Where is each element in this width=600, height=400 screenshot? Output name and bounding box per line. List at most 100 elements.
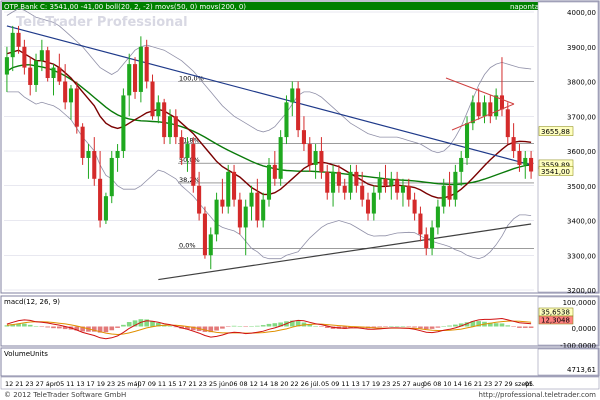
candle-body (360, 185, 365, 200)
x-tick-label: 07 (138, 380, 146, 388)
footer-copyright: © 2012 TeleTrader Software GmbH (4, 391, 126, 399)
candle-body (266, 164, 272, 200)
x-axis-labels: 12 21 23 27 ápr.05 11 13 17 19 23 25 máj.07 09 11 15 17… (5, 380, 534, 388)
candle-body (16, 32, 21, 47)
macd-histogram-bar (121, 324, 126, 327)
macd-histogram-bar (418, 326, 423, 329)
candle-body (482, 102, 487, 117)
candle-body (202, 213, 207, 256)
x-tick-label: 17 (178, 380, 186, 388)
x-tick-label: 26 (301, 380, 309, 388)
macd-histogram-bar (453, 324, 458, 327)
macd-y-tick: 0,0000 (572, 325, 597, 333)
y-tick-label: 3700,00 (567, 113, 596, 121)
x-tick-label: 05 (525, 380, 533, 388)
candle-body (412, 199, 417, 214)
y-tick-label: 3800,00 (567, 79, 596, 87)
x-tick-label: 13 (352, 380, 360, 388)
footer-url[interactable]: http://professional.teletrader.com (479, 391, 597, 399)
candle-body (121, 95, 126, 151)
candle-body (243, 206, 248, 228)
candle-body (400, 185, 405, 193)
macd-histogram-bar (441, 326, 447, 327)
candle-body (92, 151, 97, 179)
candle-body (226, 171, 231, 207)
candle-body (383, 178, 388, 186)
x-tick-label: 06 (423, 380, 431, 388)
candle-body (185, 144, 190, 158)
macd-histogram-bar (22, 323, 27, 327)
y-tick-label: 3900,00 (567, 44, 596, 52)
candle-body (179, 137, 184, 158)
candle-body (319, 151, 324, 172)
candle-body (447, 185, 452, 200)
x-tick-label: 21 (188, 380, 196, 388)
candle-body (68, 88, 74, 103)
x-tick-label: 21 (15, 380, 23, 388)
price-badge-label: 3655,88 (541, 128, 570, 136)
candle-body (389, 178, 394, 186)
candle-body (348, 171, 353, 193)
macd-y-tick: 100,0000 (563, 299, 596, 307)
candle-body (470, 102, 475, 124)
candle-body (33, 60, 39, 85)
candle-body (418, 213, 423, 235)
candle-body (197, 185, 202, 214)
macd-histogram-bar (115, 326, 120, 328)
macd-histogram-bar (423, 326, 429, 330)
period-label[interactable]: naponta (510, 3, 539, 11)
macd-histogram-bar (499, 323, 505, 327)
candle-body (150, 81, 155, 117)
x-tick-label: 15 (168, 380, 176, 388)
macd-value-label: 35,6538 (541, 309, 570, 317)
candle-body (45, 50, 50, 79)
x-tick-label: 08 (433, 380, 441, 388)
macd-histogram-bar (517, 326, 522, 328)
x-tick-label: 17 (87, 380, 95, 388)
x-tick-label: 19 (372, 380, 380, 388)
macd-histogram-bar (377, 326, 382, 328)
candle-body (173, 116, 178, 138)
x-tick-label: 10 (443, 380, 451, 388)
x-tick-label: 11 (158, 380, 166, 388)
candle-body (237, 199, 242, 228)
macd-histogram-bar (429, 326, 435, 329)
candle-body (51, 67, 56, 79)
macd-histogram-bar (103, 326, 109, 333)
x-tick-label: 25 (209, 380, 217, 388)
candle-body (232, 171, 237, 200)
macd-histogram-bar (447, 325, 452, 327)
x-tick-label: 16 (464, 380, 472, 388)
chart-window: OTP Bank C: 3541,00 -41,00 boll(20, 2, -… (0, 0, 600, 400)
candle-body (365, 199, 371, 214)
candle-body (162, 102, 167, 138)
candle-body (430, 227, 435, 249)
x-tick-label: 11 (66, 380, 74, 388)
macd-histogram-bar (57, 326, 62, 329)
candle-body (453, 171, 458, 200)
macd-histogram-bar (319, 326, 324, 327)
candle-body (336, 171, 341, 186)
candle-body (290, 88, 295, 103)
x-tick-label: 27 (36, 380, 44, 388)
x-tick-label: 05 (321, 380, 329, 388)
candle-body (220, 199, 225, 207)
x-tick-label: 25 (117, 380, 125, 388)
main-header-text: OTP Bank C: 3541,00 -41,00 boll(20, 2, -… (4, 3, 246, 11)
candle-body (80, 126, 85, 158)
candle-body (127, 64, 132, 96)
macd-histogram-bar (167, 326, 173, 327)
macd-histogram-bar (27, 324, 33, 327)
x-tick-label: júl. (310, 380, 321, 388)
macd-histogram-bar (394, 326, 400, 327)
x-tick-label: 23 (484, 380, 492, 388)
macd-histogram-bar (249, 326, 254, 327)
x-tick-label: 12 (250, 380, 258, 388)
macd-header: macd(12, 26, 9) (4, 298, 60, 306)
candle-body (39, 50, 44, 61)
candle-body (371, 192, 376, 214)
candle-body (86, 151, 91, 158)
candle-body (10, 32, 15, 58)
candle-body (313, 151, 318, 165)
candle-body (296, 88, 301, 131)
